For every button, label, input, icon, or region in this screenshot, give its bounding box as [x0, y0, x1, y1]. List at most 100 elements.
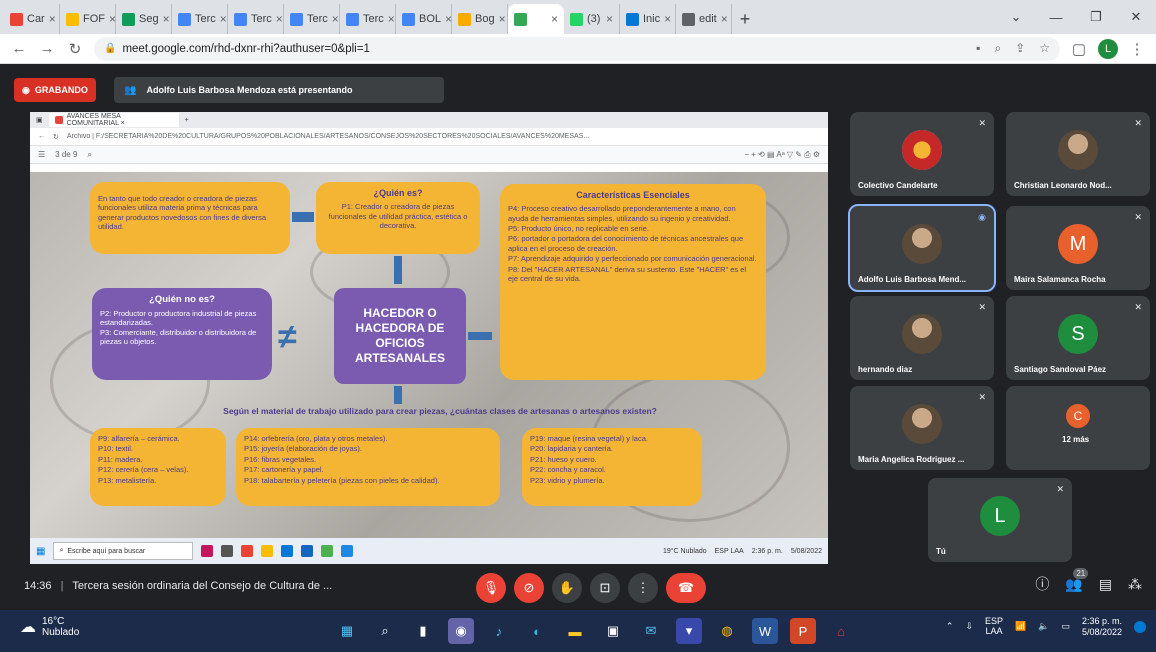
browser-tab[interactable]: Terc × [340, 4, 396, 34]
tab-close-icon[interactable]: × [220, 12, 227, 26]
share-icon[interactable]: ⇪ [1015, 41, 1025, 56]
tab-close-icon[interactable]: × [109, 12, 115, 26]
profile-avatar[interactable]: L [1098, 38, 1118, 59]
quien-no-box: ¿Quién no es? P2: Productor o productora… [92, 288, 272, 380]
meet-app-icon[interactable]: ◉ [448, 618, 474, 644]
bookmark-star-icon[interactable]: ☆ [1039, 41, 1050, 56]
browser-tab[interactable]: Terc × [172, 4, 228, 34]
participant-name: Maira Salamanca Rocha [1014, 275, 1106, 284]
participant-name: Tú [936, 547, 946, 556]
browser-tab[interactable]: Terc × [284, 4, 340, 34]
participant-tile[interactable]: C 12 más [1006, 386, 1150, 470]
presenter-text: Adolfo Luis Barbosa Mendoza está present… [146, 85, 353, 95]
participant-tile[interactable]: ✕ Christian Leonardo Nod... [1006, 112, 1150, 196]
tab-close-icon[interactable]: × [445, 12, 451, 26]
new-tab-button[interactable]: + [732, 4, 758, 34]
tab-close-icon[interactable]: × [332, 12, 339, 26]
zoom-icon[interactable]: ⌕ [994, 41, 1001, 56]
forward-icon[interactable]: → [38, 40, 56, 57]
mail-icon[interactable]: ✉ [638, 618, 664, 644]
address-bar[interactable]: 🔒 meet.google.com/rhd-dxnr-rhi?authuser=… [94, 36, 1060, 61]
mic-off-button[interactable]: 🎙 [476, 573, 506, 603]
slide-list-item: P9: alfarería – cerámica. [98, 434, 180, 443]
browser-tab[interactable]: Inic × [620, 4, 676, 34]
browser-tab[interactable]: BOL × [396, 4, 452, 34]
tab-close-icon[interactable]: × [49, 12, 56, 26]
activities-icon[interactable]: ⁂ [1128, 576, 1142, 593]
notification-icon[interactable] [1134, 620, 1146, 633]
browser-tab[interactable]: Terc × [228, 4, 284, 34]
tab-close-icon[interactable]: × [163, 12, 170, 26]
browser-tab[interactable]: × [508, 4, 564, 34]
tab-close-icon[interactable]: × [388, 12, 395, 26]
present-button[interactable]: ⊡ [590, 573, 620, 603]
info-icon[interactable]: ⓘ [1035, 574, 1049, 594]
participant-tile[interactable]: M ✕ Maira Salamanca Rocha [1006, 206, 1150, 290]
camera-off-button[interactable]: ⊘ [514, 573, 544, 603]
shared-time: 2:36 p. m. [751, 547, 783, 555]
minimize-button[interactable]: — [1036, 0, 1076, 34]
raise-hand-button[interactable]: ✋ [552, 573, 582, 603]
tab-close-icon[interactable]: × [276, 12, 283, 26]
wifi-icon[interactable]: 📶 [1015, 621, 1026, 632]
shared-tab-icon: ▣ [36, 117, 43, 124]
sidepanel-icon[interactable]: ▢ [1070, 40, 1088, 58]
tab-close-icon[interactable]: × [499, 12, 506, 26]
battery-icon[interactable]: ▭ [1061, 621, 1070, 632]
browser-tab[interactable]: Bog × [452, 4, 508, 34]
slide-subtitle: Según el material de trabajo utilizado p… [223, 406, 657, 416]
participant-tile[interactable]: ✕ Maria Angelica Rodriguez ... [850, 386, 994, 470]
leave-call-button[interactable]: ☎ [666, 573, 706, 603]
word-icon[interactable]: W [752, 618, 778, 644]
left-top-box: En tanto que todo creador o creadora de … [90, 182, 290, 254]
browser-tab[interactable]: Car × [4, 4, 60, 34]
clock[interactable]: 2:36 p. m. 5/08/2022 [1082, 616, 1122, 638]
volume-icon[interactable]: 🔈 [1038, 621, 1049, 632]
presenter-avatar-icon: 👥 [124, 84, 137, 96]
edge-icon[interactable]: ◐ [524, 618, 550, 644]
browser-tab[interactable]: edit × [676, 4, 732, 34]
reload-icon[interactable]: ↻ [66, 40, 84, 58]
tab-close-icon[interactable]: × [721, 12, 728, 26]
file-explorer-icon[interactable]: ▬ [562, 618, 588, 644]
store-icon[interactable]: ▣ [600, 618, 626, 644]
shared-start-icon: ▦ [36, 545, 46, 557]
chrome-icon[interactable]: ◍ [714, 618, 740, 644]
participant-tile[interactable]: ✕ hernando diaz [850, 296, 994, 380]
call-controls: 🎙 ⊘ ✋ ⊡ ⋮ ☎ [476, 573, 706, 603]
chat-icon[interactable]: ▤ [1099, 576, 1112, 593]
browser-toolbar: ← → ↻ 🔒 meet.google.com/rhd-dxnr-rhi?aut… [0, 34, 1156, 64]
browser-tab[interactable]: Seg × [116, 4, 172, 34]
app-blue-icon[interactable]: ▾ [676, 618, 702, 644]
powerpoint-icon[interactable]: P [790, 618, 816, 644]
participant-tile[interactable]: ✕ Colectivo Candelarte [850, 112, 994, 196]
participant-tile[interactable]: ◉ Adolfo Luis Barbosa Mend... [848, 204, 996, 292]
windows-start-icon[interactable]: ▦ [334, 618, 360, 644]
lang-indicator[interactable]: ESP LAA [985, 616, 1003, 637]
tab-favicon-icon [178, 12, 191, 26]
camera-icon[interactable]: ▪ [976, 41, 980, 56]
slide-list-item: P14: orfebrería (oro, plata y otros meta… [244, 434, 388, 443]
menu-icon[interactable]: ⋮ [1128, 40, 1146, 58]
search-icon[interactable]: ⌕ [372, 618, 398, 644]
participant-tile[interactable]: S ✕ Santiago Sandoval Páez [1006, 296, 1150, 380]
app-icon[interactable]: ♪ [486, 618, 512, 644]
tab-search-icon[interactable]: ⌄ [996, 0, 1036, 34]
acrobat-icon[interactable]: ⌂ [828, 618, 854, 644]
maximize-button[interactable]: ❐ [1076, 0, 1116, 34]
tab-close-icon[interactable]: × [551, 12, 558, 26]
task-view-icon[interactable]: ▮ [410, 618, 436, 644]
participant-tile[interactable]: L ✕ Tú [928, 478, 1072, 562]
back-icon[interactable]: ← [10, 40, 28, 57]
browser-tab[interactable]: (3) × [564, 4, 620, 34]
center-box: HACEDOR O HACEDORA DE OFICIOS ARTESANALE… [334, 288, 466, 384]
tab-close-icon[interactable]: × [664, 12, 671, 26]
usb-icon[interactable]: ⇩ [965, 621, 973, 632]
weather-widget[interactable]: ☁ 16°C Nublado [20, 616, 79, 638]
browser-tab[interactable]: FOF × [60, 4, 116, 34]
more-options-button[interactable]: ⋮ [628, 573, 658, 603]
people-icon[interactable]: 👥 21 [1065, 567, 1089, 593]
tray-chevron-icon[interactable]: ⌃ [946, 621, 954, 632]
tab-close-icon[interactable]: × [606, 12, 613, 26]
close-window-button[interactable]: ✕ [1116, 0, 1156, 34]
